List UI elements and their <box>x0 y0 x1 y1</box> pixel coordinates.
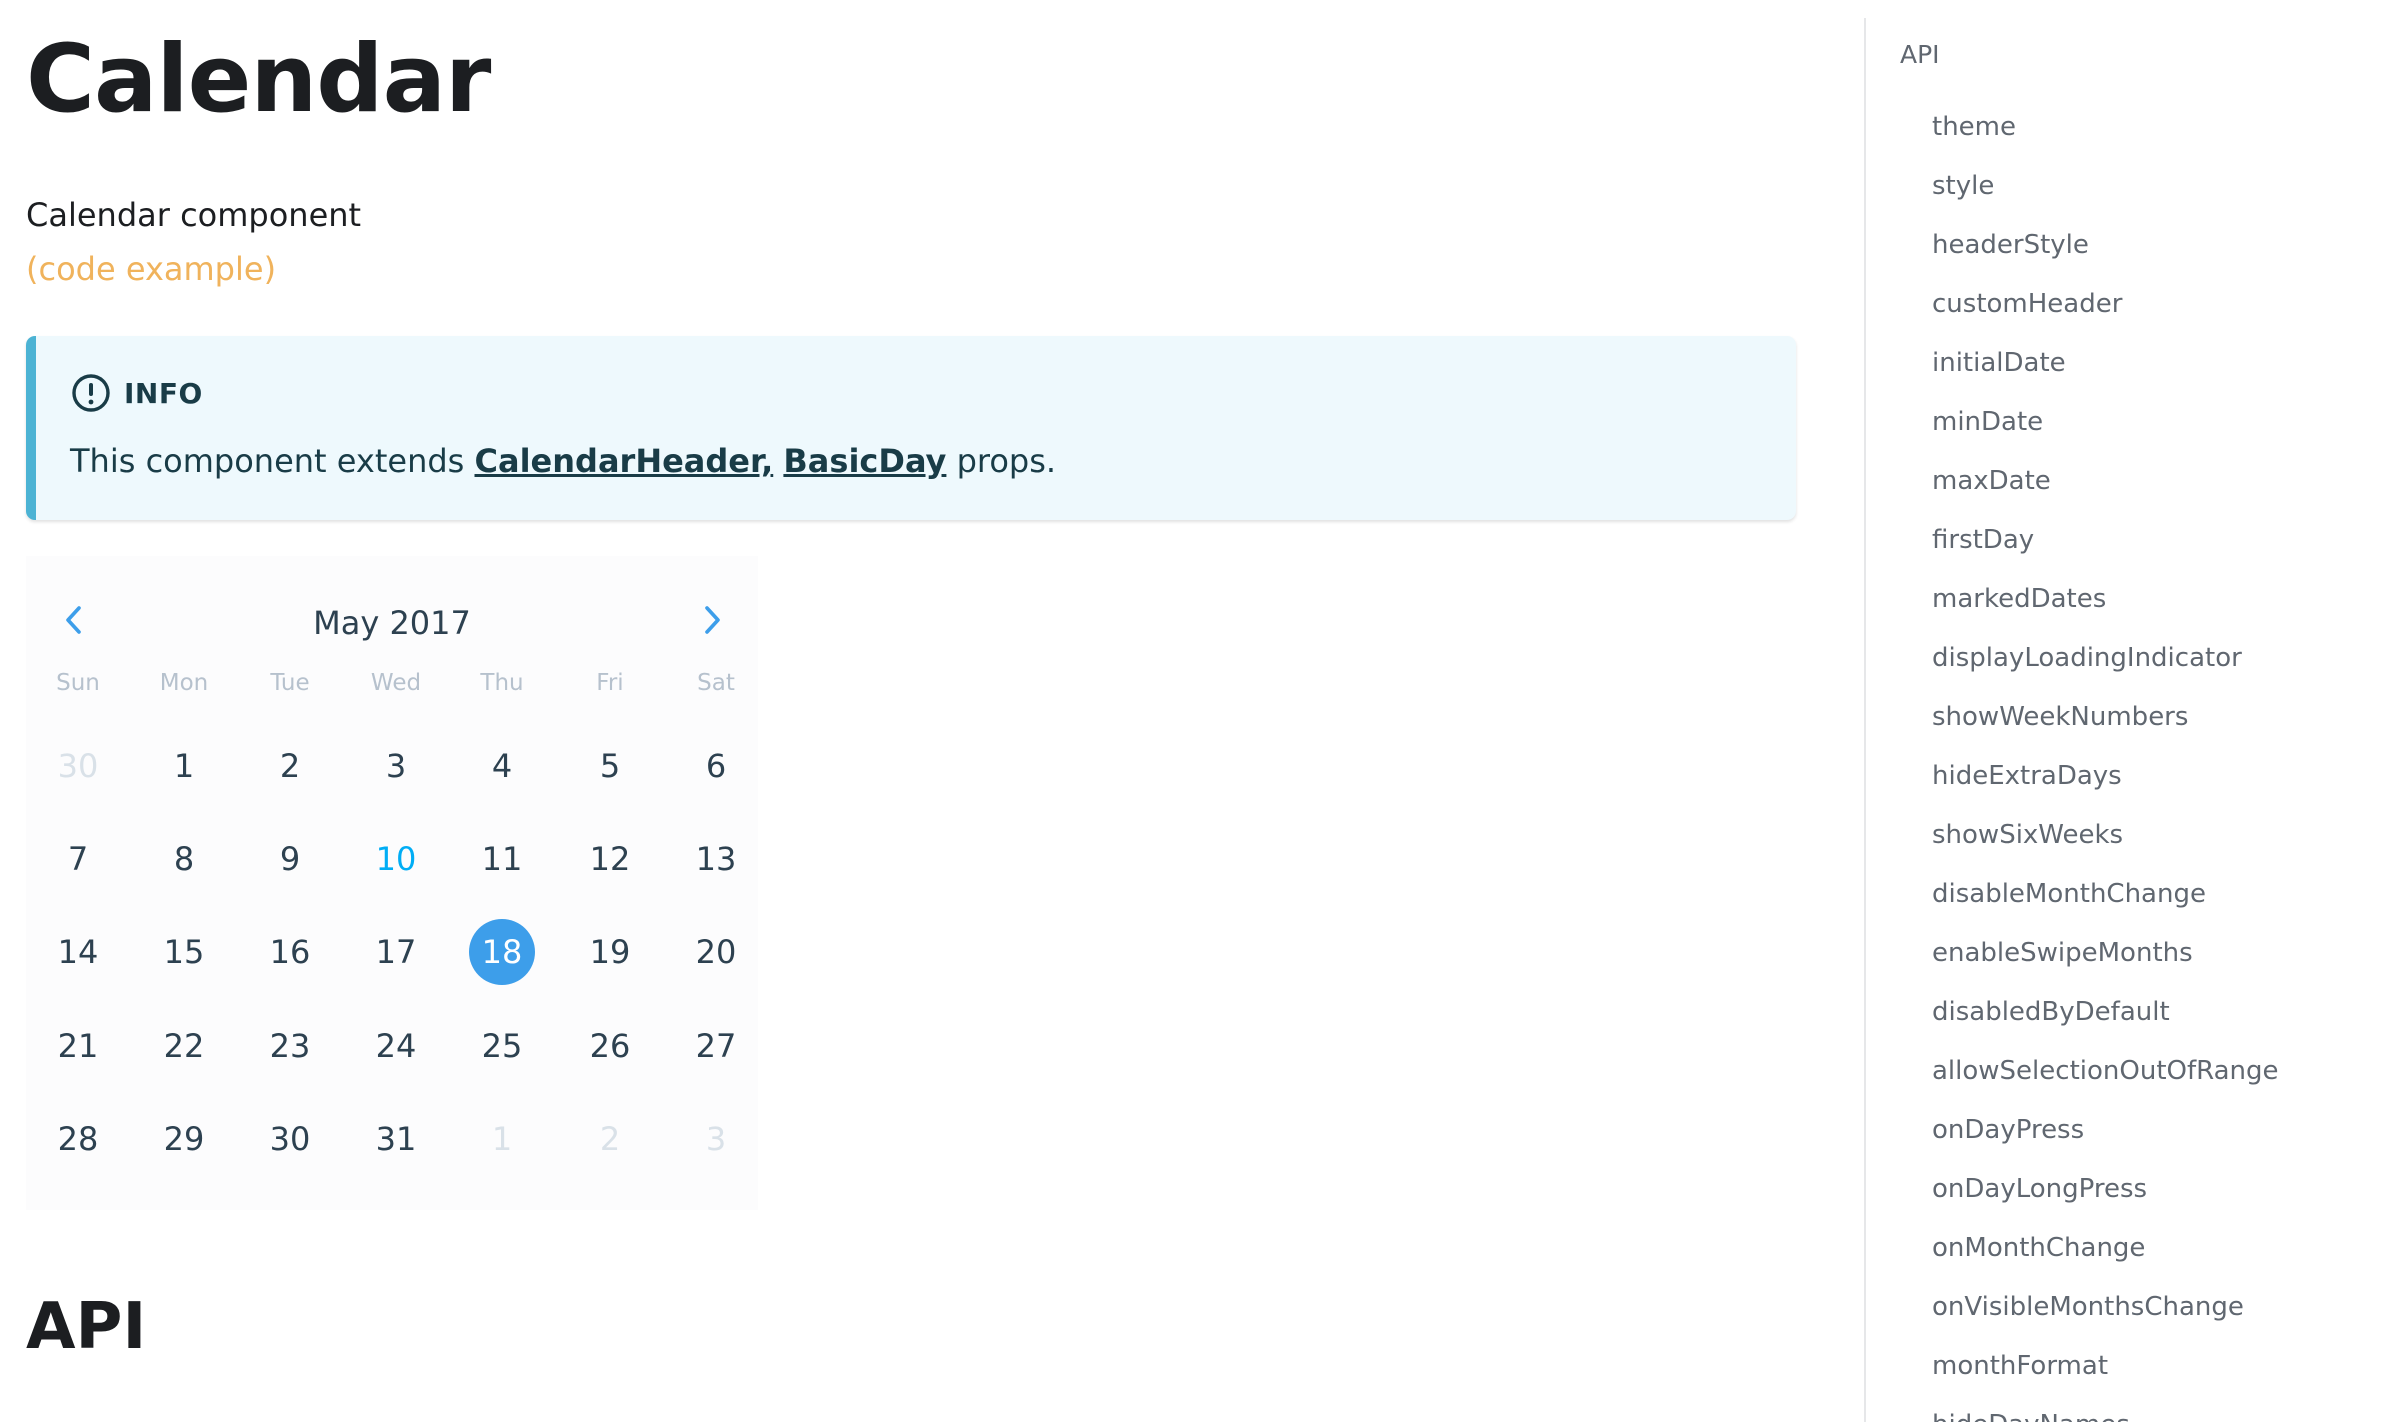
weekday-sat: Sat <box>697 670 735 696</box>
calendar-day[interactable]: 28 <box>45 1106 111 1172</box>
toc-item-markeddates[interactable]: markedDates <box>1932 584 2106 614</box>
calendar-header-link[interactable]: CalendarHeader, <box>475 442 774 480</box>
toc-item-api[interactable]: API <box>1900 40 1940 69</box>
toc-item-allowselectionoutofrange[interactable]: allowSelectionOutOfRange <box>1932 1056 2279 1086</box>
toc-item-firstday[interactable]: firstDay <box>1932 525 2034 555</box>
weekday-sun: Sun <box>56 670 100 696</box>
calendar-day[interactable]: 1 <box>469 1106 535 1172</box>
today-day[interactable]: 10 <box>363 826 429 892</box>
weekday-tue: Tue <box>270 670 310 696</box>
toc-item-maxdate[interactable]: maxDate <box>1932 466 2051 496</box>
info-text-after: props. <box>946 442 1057 480</box>
info-header: INFO <box>70 372 203 414</box>
weekday-wed: Wed <box>370 670 422 696</box>
info-text-before: This component extends <box>70 442 475 480</box>
info-title: INFO <box>124 376 203 410</box>
weekday-fri: Fri <box>596 670 624 696</box>
calendar-day[interactable]: 4 <box>469 733 535 799</box>
selected-day[interactable]: 18 <box>469 919 535 985</box>
calendar-day[interactable]: 12 <box>577 826 643 892</box>
calendar-day[interactable]: 6 <box>683 733 749 799</box>
table-of-contents: API theme style headerStyle customHeader ini… <box>1864 18 2396 1422</box>
toc-item-style[interactable]: style <box>1932 171 1994 201</box>
calendar-day[interactable]: 13 <box>683 826 749 892</box>
toc-item-monthformat[interactable]: monthFormat <box>1932 1351 2108 1381</box>
calendar-day[interactable]: 15 <box>151 919 217 985</box>
toc-item-disablemonthchange[interactable]: disableMonthChange <box>1932 879 2206 909</box>
toc-item-showsixweeks[interactable]: showSixWeeks <box>1932 820 2123 850</box>
calendar-day[interactable]: 19 <box>577 919 643 985</box>
toc-item-customheader[interactable]: customHeader <box>1932 289 2122 319</box>
calendar-day[interactable]: 25 <box>469 1013 535 1079</box>
toc-item-displayloadingindicator[interactable]: displayLoadingIndicator <box>1932 643 2242 673</box>
info-circle-icon <box>70 372 112 414</box>
calendar-day[interactable]: 9 <box>257 826 323 892</box>
toc-item-initialdate[interactable]: initialDate <box>1932 348 2066 378</box>
calendar-day[interactable]: 2 <box>577 1106 643 1172</box>
info-text: This component extends CalendarHeader, B… <box>70 442 1056 480</box>
calendar-day[interactable]: 24 <box>363 1013 429 1079</box>
calendar-day[interactable]: 1 <box>151 733 217 799</box>
calendar-day[interactable]: 21 <box>45 1013 111 1079</box>
calendar-day[interactable]: 30 <box>45 733 111 799</box>
toc-item-onmonthchange[interactable]: onMonthChange <box>1932 1233 2145 1263</box>
intro-text: Calendar component <box>26 196 362 234</box>
toc-item-mindate[interactable]: minDate <box>1932 407 2043 437</box>
calendar-day[interactable]: 3 <box>683 1106 749 1172</box>
calendar-day[interactable]: 30 <box>257 1106 323 1172</box>
api-heading: API <box>26 1290 147 1364</box>
toc-item-headerstyle[interactable]: headerStyle <box>1932 230 2089 260</box>
next-month-button[interactable] <box>688 598 736 646</box>
weekday-thu: Thu <box>480 670 524 696</box>
toc-item-disabledbydefault[interactable]: disabledByDefault <box>1932 997 2170 1027</box>
calendar-day[interactable]: 16 <box>257 919 323 985</box>
info-admonition: INFO This component extends CalendarHead… <box>26 336 1796 520</box>
calendar-day[interactable]: 3 <box>363 733 429 799</box>
main-content: Calendar Calendar component (code exampl… <box>26 0 1796 1422</box>
calendar-day[interactable]: 29 <box>151 1106 217 1172</box>
calendar-day[interactable]: 8 <box>151 826 217 892</box>
calendar-day[interactable]: 17 <box>363 919 429 985</box>
calendar-day[interactable]: 14 <box>45 919 111 985</box>
calendar-header: May 2017 <box>26 594 758 650</box>
calendar-day[interactable]: 31 <box>363 1106 429 1172</box>
toc-item-hidedaynames[interactable]: hideDayNames <box>1932 1410 2130 1422</box>
toc-item-ondaypress[interactable]: onDayPress <box>1932 1115 2084 1145</box>
calendar-day[interactable]: 11 <box>469 826 535 892</box>
calendar-day[interactable]: 5 <box>577 733 643 799</box>
code-example-link[interactable]: (code example) <box>26 250 276 288</box>
toc-item-ondaylongpress[interactable]: onDayLongPress <box>1932 1174 2147 1204</box>
calendar-day[interactable]: 22 <box>151 1013 217 1079</box>
toc-item-onvisiblemonthschange[interactable]: onVisibleMonthsChange <box>1932 1292 2244 1322</box>
basic-day-link[interactable]: BasicDay <box>783 442 946 480</box>
calendar-day[interactable]: 2 <box>257 733 323 799</box>
toc-item-hideextradays[interactable]: hideExtraDays <box>1932 761 2122 791</box>
calendar-day[interactable]: 27 <box>683 1013 749 1079</box>
calendar-widget: May 2017 Sun Mon Tue Wed Thu Fri Sat 30 1 2 3 4 5 6 7… <box>26 556 758 1210</box>
weekday-mon: Mon <box>159 670 209 696</box>
calendar-day[interactable]: 26 <box>577 1013 643 1079</box>
toc-item-enableswipemonths[interactable]: enableSwipeMonths <box>1932 938 2193 968</box>
page-title: Calendar <box>26 25 491 134</box>
weekday-names: Sun Mon Tue Wed Thu Fri Sat <box>26 670 758 700</box>
calendar-day[interactable]: 7 <box>45 826 111 892</box>
calendar-day[interactable]: 23 <box>257 1013 323 1079</box>
month-title: May 2017 <box>313 604 471 642</box>
toc-item-showweeknumbers[interactable]: showWeekNumbers <box>1932 702 2188 732</box>
toc-item-theme[interactable]: theme <box>1932 112 2016 142</box>
chevron-right-icon <box>700 605 724 639</box>
calendar-day[interactable]: 20 <box>683 919 749 985</box>
